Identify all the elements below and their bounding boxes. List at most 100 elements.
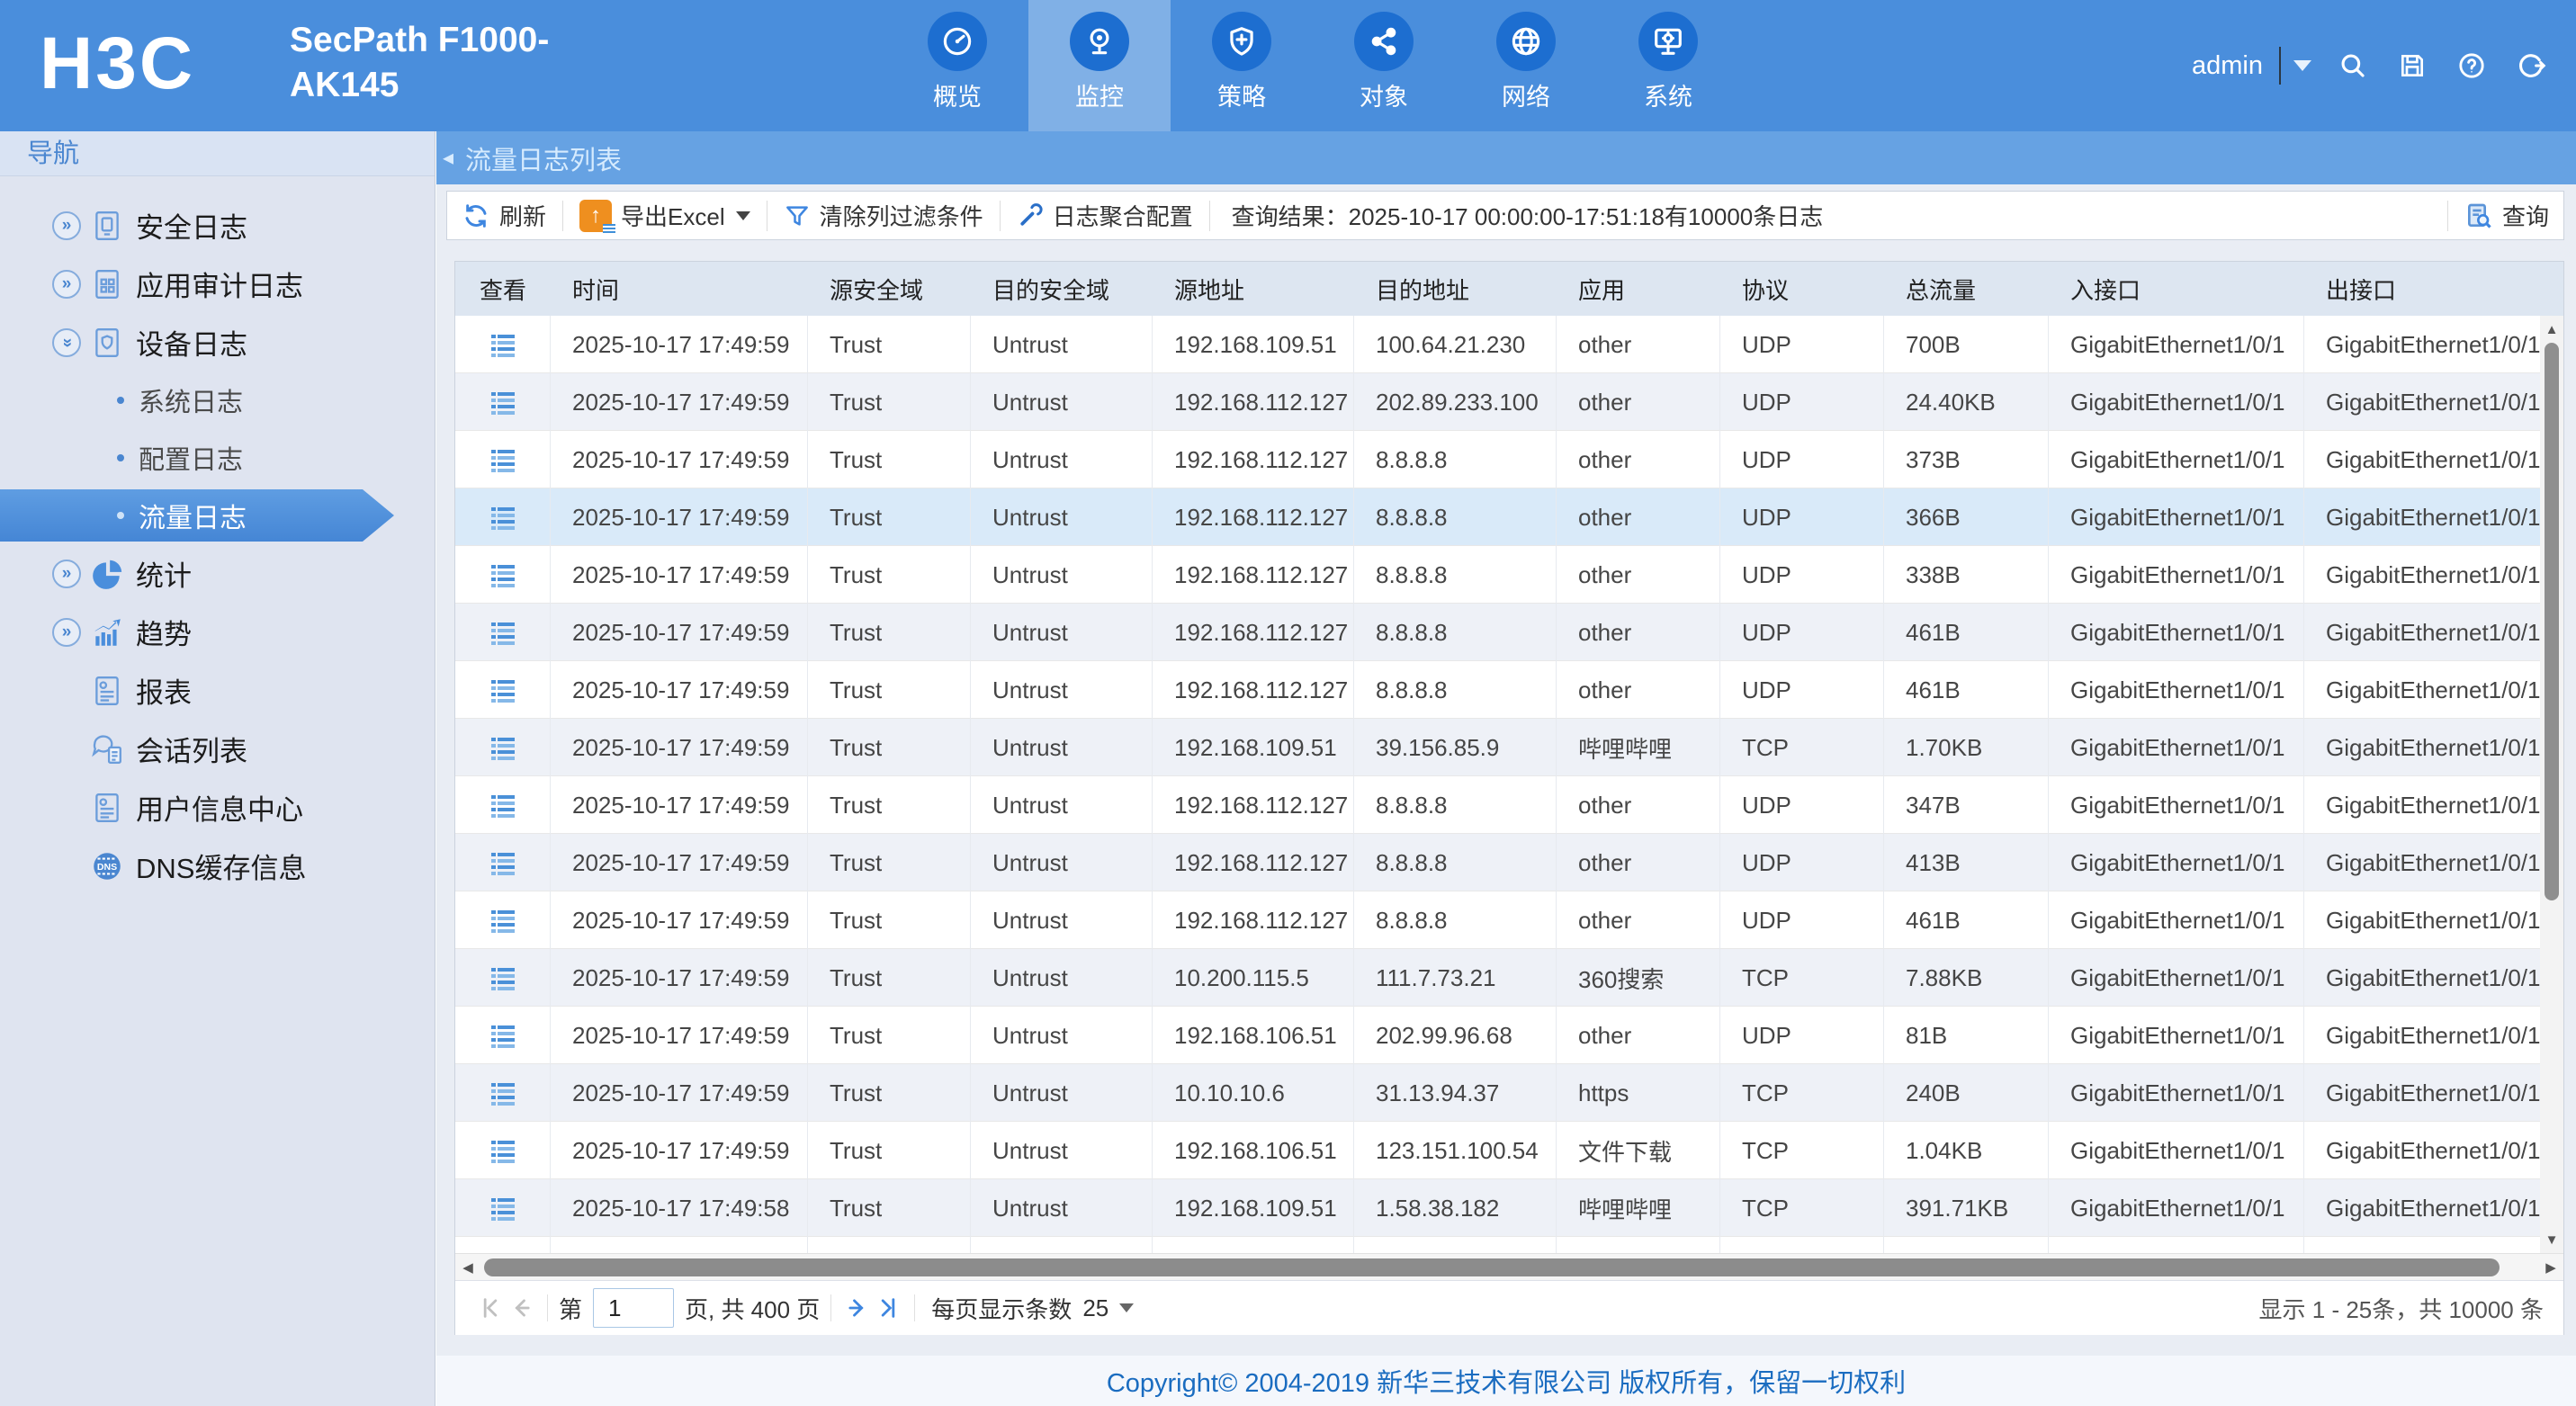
next-page-button[interactable] [842, 1293, 873, 1323]
collapse-sidebar-icon[interactable]: ◂ [436, 140, 460, 176]
scroll-left-icon[interactable]: ◀ [455, 1254, 480, 1281]
expand-icon[interactable]: » [52, 560, 81, 588]
column-header[interactable]: 查看 [455, 273, 551, 306]
column-header[interactable]: 协议 [1720, 273, 1884, 306]
log-aggregate-config-button[interactable]: 日志聚合配置 [1017, 199, 1193, 232]
column-header[interactable]: 源地址 [1153, 273, 1354, 306]
query-button[interactable]: 查询 [2464, 199, 2549, 232]
scroll-up-icon[interactable]: ▲ [2540, 318, 2563, 341]
expand-icon[interactable]: » [52, 211, 81, 240]
view-log-icon[interactable] [489, 908, 516, 933]
sidebar-item-security-log[interactable]: » 安全日志 [0, 196, 435, 255]
nav-item-system[interactable]: 系统 [1597, 0, 1739, 131]
last-page-button[interactable] [873, 1293, 903, 1323]
horizontal-scroll-thumb[interactable] [484, 1258, 2500, 1276]
table-row[interactable]: 2025-10-17 17:49:59 Trust Untrust 192.16… [455, 431, 2540, 488]
view-log-icon[interactable] [489, 850, 516, 875]
export-excel-button[interactable]: ↑ 导出Excel [579, 199, 750, 232]
view-log-icon[interactable] [489, 505, 516, 530]
view-log-icon[interactable] [489, 1138, 516, 1163]
page-number-input[interactable] [593, 1288, 674, 1328]
expand-icon[interactable]: » [52, 618, 81, 647]
sidebar-item-device-log[interactable]: » 设备日志 [0, 313, 435, 372]
save-icon[interactable] [2394, 48, 2430, 84]
column-header[interactable]: 总流量 [1884, 273, 2049, 306]
view-log-icon[interactable] [489, 620, 516, 645]
table-row[interactable]: 2025-10-17 17:49:59 Trust Untrust 192.16… [455, 546, 2540, 604]
column-header[interactable]: 应用 [1557, 273, 1720, 306]
view-log-icon[interactable] [489, 793, 516, 818]
nav-item-monitor[interactable]: 监控 [1028, 0, 1171, 131]
clear-column-filter-button[interactable]: 清除列过滤条件 [784, 199, 983, 232]
table-row[interactable]: 2025-10-17 17:49:59 Trust Untrust 192.16… [455, 316, 2540, 373]
logout-icon[interactable] [2513, 48, 2549, 84]
table-row[interactable]: 2025-10-17 17:49:59 Trust Untrust 192.16… [455, 373, 2540, 431]
column-header[interactable]: 目的地址 [1354, 273, 1557, 306]
view-log-icon[interactable] [489, 1023, 516, 1048]
table-row[interactable]: 2025-10-17 17:49:59 Trust Untrust 192.16… [455, 488, 2540, 546]
cell-protocol: UDP [1720, 661, 1884, 719]
search-icon[interactable] [2335, 48, 2371, 84]
table-row[interactable]: 2025-10-17 17:49:59 Trust Untrust 192.16… [455, 891, 2540, 949]
table-row[interactable] [455, 1237, 2540, 1253]
vertical-scrollbar[interactable]: ▲ ▼ [2540, 316, 2563, 1253]
sidebar-item-session-list[interactable]: 会话列表 [0, 720, 435, 778]
sidebar-item-report[interactable]: 报表 [0, 661, 435, 720]
cell-dst-zone: Untrust [971, 1179, 1153, 1237]
user-dropdown-icon[interactable] [2293, 60, 2311, 71]
refresh-button[interactable]: 刷新 [462, 199, 546, 232]
view-log-icon[interactable] [489, 735, 516, 760]
vertical-scroll-thumb[interactable] [2545, 343, 2559, 900]
nav-item-objects[interactable]: 对象 [1313, 0, 1455, 131]
sidebar-item-system-log[interactable]: 系统日志 [0, 372, 435, 429]
column-header[interactable]: 目的安全域 [971, 273, 1153, 306]
table-row[interactable]: 2025-10-17 17:49:59 Trust Untrust 192.16… [455, 1007, 2540, 1064]
horizontal-scrollbar[interactable]: ◀ ▶ [455, 1253, 2563, 1280]
cell-src-zone: Trust [808, 891, 971, 949]
sidebar-item-traffic-log-selected[interactable]: 流量日志 [0, 487, 435, 544]
prev-page-button[interactable] [506, 1293, 536, 1323]
table-row[interactable]: 2025-10-17 17:49:59 Trust Untrust 192.16… [455, 719, 2540, 776]
table-row[interactable]: 2025-10-17 17:49:59 Trust Untrust 192.16… [455, 1122, 2540, 1179]
toolbar: 刷新 ↑ 导出Excel 清除列过滤条件 日志聚合配置 [446, 191, 2564, 240]
table-row[interactable]: 2025-10-17 17:49:59 Trust Untrust 192.16… [455, 834, 2540, 891]
cell-dst-zone: Untrust [971, 1007, 1153, 1064]
sidebar-item-config-log[interactable]: 配置日志 [0, 429, 435, 487]
username[interactable]: admin [2192, 51, 2263, 81]
column-header[interactable]: 源安全域 [808, 273, 971, 306]
view-log-icon[interactable] [489, 447, 516, 472]
per-page-value[interactable]: 25 [1082, 1294, 1108, 1322]
view-log-icon[interactable] [489, 390, 516, 415]
sidebar-item-app-audit-log[interactable]: » 应用审计日志 [0, 255, 435, 313]
sidebar-item-user-info-center[interactable]: 用户信息中心 [0, 778, 435, 837]
view-log-icon[interactable] [489, 1080, 516, 1106]
column-header[interactable]: 入接口 [2049, 273, 2304, 306]
table-row[interactable]: 2025-10-17 17:49:59 Trust Untrust 10.200… [455, 949, 2540, 1007]
nav-item-policy[interactable]: 策略 [1171, 0, 1313, 131]
column-header[interactable]: 时间 [551, 273, 808, 306]
column-header[interactable]: 出接口 [2304, 273, 2563, 306]
expand-icon[interactable]: » [52, 270, 81, 299]
view-log-icon[interactable] [489, 562, 516, 587]
scroll-down-icon[interactable]: ▼ [2540, 1228, 2563, 1251]
view-log-icon[interactable] [489, 332, 516, 357]
table-row[interactable]: 2025-10-17 17:49:59 Trust Untrust 192.16… [455, 604, 2540, 661]
sidebar-item-trend[interactable]: » 趋势 [0, 603, 435, 661]
view-log-icon[interactable] [489, 1196, 516, 1221]
help-icon[interactable] [2454, 48, 2490, 84]
table-row[interactable]: 2025-10-17 17:49:59 Trust Untrust 192.16… [455, 776, 2540, 834]
collapse-icon[interactable]: » [52, 328, 81, 357]
first-page-button[interactable] [475, 1293, 506, 1323]
table-row[interactable]: 2025-10-17 17:49:59 Trust Untrust 10.10.… [455, 1064, 2540, 1122]
scroll-right-icon[interactable]: ▶ [2538, 1254, 2563, 1281]
nav-item-network[interactable]: 网络 [1455, 0, 1597, 131]
gauge-icon [928, 12, 987, 71]
per-page-dropdown-icon[interactable] [1119, 1303, 1134, 1312]
table-row[interactable]: 2025-10-17 17:49:59 Trust Untrust 192.16… [455, 661, 2540, 719]
view-log-icon[interactable] [489, 677, 516, 703]
nav-item-overview[interactable]: 概览 [886, 0, 1028, 131]
sidebar-item-statistics[interactable]: » 统计 [0, 544, 435, 603]
table-row[interactable]: 2025-10-17 17:49:58 Trust Untrust 192.16… [455, 1179, 2540, 1237]
sidebar-item-dns-cache[interactable]: DNS DNS缓存信息 [0, 837, 435, 895]
view-log-icon[interactable] [489, 965, 516, 990]
